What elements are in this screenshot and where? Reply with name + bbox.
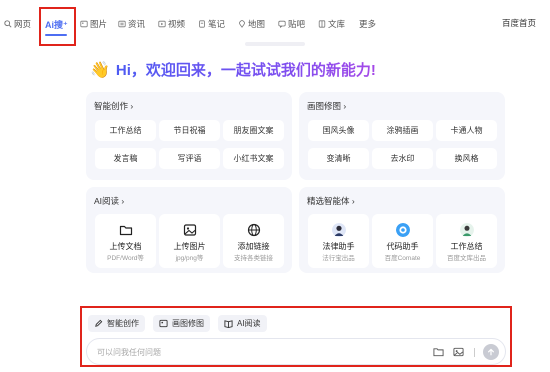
quick-label: AI阅读: [237, 319, 261, 328]
tile-law-assistant[interactable]: 法律助手 法行宝出品: [308, 214, 369, 268]
chip-guofeng-avatar[interactable]: 国风头像: [308, 120, 369, 141]
nav-tab-label: Ai搜⁺: [45, 20, 68, 30]
doc-icon: [318, 20, 326, 28]
nav-tab-label: 文库: [328, 19, 346, 29]
chip-work-summary[interactable]: 工作总结: [95, 120, 156, 141]
nav-tab-label: 资讯: [128, 19, 146, 29]
nav-tab-label: 网页: [14, 19, 32, 29]
tile-subtitle: 百度Comate: [384, 255, 421, 262]
chip-xiaohongshu-copy[interactable]: 小红书文案: [223, 148, 284, 169]
nav-tab-images[interactable]: 图片: [80, 17, 107, 31]
book-icon: [224, 320, 233, 328]
chip-speech-draft[interactable]: 发言稿: [95, 148, 156, 169]
chip-write-comment[interactable]: 写评语: [159, 148, 220, 169]
nav-tab-wenku[interactable]: 文库: [318, 17, 345, 31]
nav-tab-web[interactable]: 网页: [4, 17, 31, 31]
tieba-icon: [278, 20, 286, 28]
ai-read-card: AI阅读 › 上传文档 PDF/Word等 上传图片 jpg/png等 添加链接…: [86, 187, 292, 273]
tile-subtitle: PDF/Word等: [107, 255, 144, 262]
waving-hand-icon: 👋: [90, 61, 110, 79]
nav-tab-notes[interactable]: 笔记: [198, 17, 225, 31]
active-tab-indicator: [45, 34, 67, 36]
smart-create-title[interactable]: 智能创作 ›: [94, 100, 133, 112]
question-input[interactable]: [97, 345, 417, 359]
tile-title: 法律助手: [322, 242, 355, 251]
chip-doodle[interactable]: 涂鸦插画: [372, 120, 433, 141]
tile-title: 上传图片: [173, 242, 206, 251]
globe-icon: [247, 223, 260, 237]
search-icon: [4, 20, 12, 28]
tile-subtitle: 法行宝出品: [322, 255, 355, 262]
tile-subtitle: 百度文库出品: [447, 255, 486, 262]
greeting-text: Hi，欢迎回来，一起试试我们的新能力!: [116, 59, 376, 80]
top-nav: 网页 Ai搜⁺ 图片 资讯 视频 笔记 地图 贴吧 文库 更多 百度首页: [0, 0, 550, 46]
tile-code-assistant[interactable]: 代码助手 百度Comate: [372, 214, 433, 268]
nav-tab-label: 贴吧: [288, 19, 306, 29]
nav-tab-map[interactable]: 地图: [238, 17, 265, 31]
tile-work-summary-agent[interactable]: 工作总结 百度文库出品: [436, 214, 497, 268]
quick-ai-read-button[interactable]: AI阅读: [218, 315, 267, 332]
nav-tab-label: 视频: [168, 19, 186, 29]
quick-label: 画图修图: [172, 319, 204, 328]
nav-tab-more[interactable]: 更多: [359, 17, 376, 31]
image-upload-icon[interactable]: [453, 347, 464, 357]
tile-title: 添加链接: [237, 242, 270, 251]
tile-add-link[interactable]: 添加链接 支持各类链接: [223, 214, 284, 268]
map-icon: [239, 20, 245, 28]
agents-card: 精选智能体 › 法律助手 法行宝出品 代码助手 百度Comate 工作总结 百度…: [299, 187, 505, 273]
chip-change-style[interactable]: 换风格: [436, 148, 497, 169]
nav-tab-ai-search[interactable]: Ai搜⁺: [39, 7, 76, 46]
nav-tab-news[interactable]: 资讯: [118, 17, 145, 31]
smart-create-card: 智能创作 › 工作总结 节日祝福 朋友圈文案 发言稿 写评语 小红书文案: [86, 92, 292, 180]
tile-upload-doc[interactable]: 上传文档 PDF/Word等: [95, 214, 156, 268]
lawyer-avatar-icon: [331, 223, 346, 237]
chip-sharpen[interactable]: 变清晰: [308, 148, 369, 169]
worker-avatar-icon: [459, 223, 474, 237]
chip-moments-copy[interactable]: 朋友圈文案: [223, 120, 284, 141]
video-icon: [158, 20, 166, 28]
image-edit-title[interactable]: 画图修图 ›: [307, 100, 346, 112]
send-button[interactable]: [483, 344, 499, 360]
composer-input-bar: [86, 338, 506, 365]
baidu-home-link[interactable]: 百度首页: [502, 17, 536, 29]
arrow-up-icon: [488, 348, 494, 356]
tile-subtitle: 支持各类链接: [234, 255, 273, 262]
agents-title[interactable]: 精选智能体 ›: [307, 195, 355, 207]
tile-title: 工作总结: [450, 242, 483, 251]
tile-title: 代码助手: [386, 242, 419, 251]
nav-tab-video[interactable]: 视频: [158, 17, 185, 31]
pen-icon: [95, 319, 103, 327]
code-avatar-icon: [395, 223, 410, 237]
tile-upload-image[interactable]: 上传图片 jpg/png等: [159, 214, 220, 268]
nav-tab-label: 更多: [359, 19, 377, 29]
nav-tab-tieba[interactable]: 贴吧: [278, 17, 305, 31]
chip-remove-watermark[interactable]: 去水印: [372, 148, 433, 169]
quick-label: 智能创作: [107, 319, 139, 328]
image-icon: [183, 224, 196, 236]
quick-smart-create-button[interactable]: 智能创作: [88, 315, 145, 332]
nav-tab-label: 图片: [90, 19, 108, 29]
quick-image-edit-button[interactable]: 画图修图: [153, 315, 210, 332]
news-icon: [118, 20, 126, 28]
folder-icon[interactable]: [433, 347, 444, 357]
divider: [474, 348, 475, 357]
tile-title: 上传文档: [109, 242, 142, 251]
nav-tab-label: 地图: [248, 19, 266, 29]
folder-icon: [119, 225, 132, 236]
chip-cartoon[interactable]: 卡通人物: [436, 120, 497, 141]
note-icon: [199, 20, 205, 28]
image-icon: [80, 20, 88, 28]
nav-tab-label: 笔记: [208, 19, 226, 29]
greeting: 👋 Hi，欢迎回来，一起试试我们的新能力!: [90, 59, 376, 80]
tile-subtitle: jpg/png等: [175, 255, 204, 262]
image-icon: [159, 319, 168, 328]
chip-holiday-greeting[interactable]: 节日祝福: [159, 120, 220, 141]
divider: [245, 42, 305, 46]
image-edit-card: 画图修图 › 国风头像 涂鸦插画 卡通人物 变清晰 去水印 换风格: [299, 92, 505, 180]
ai-read-title[interactable]: AI阅读 ›: [94, 195, 124, 207]
